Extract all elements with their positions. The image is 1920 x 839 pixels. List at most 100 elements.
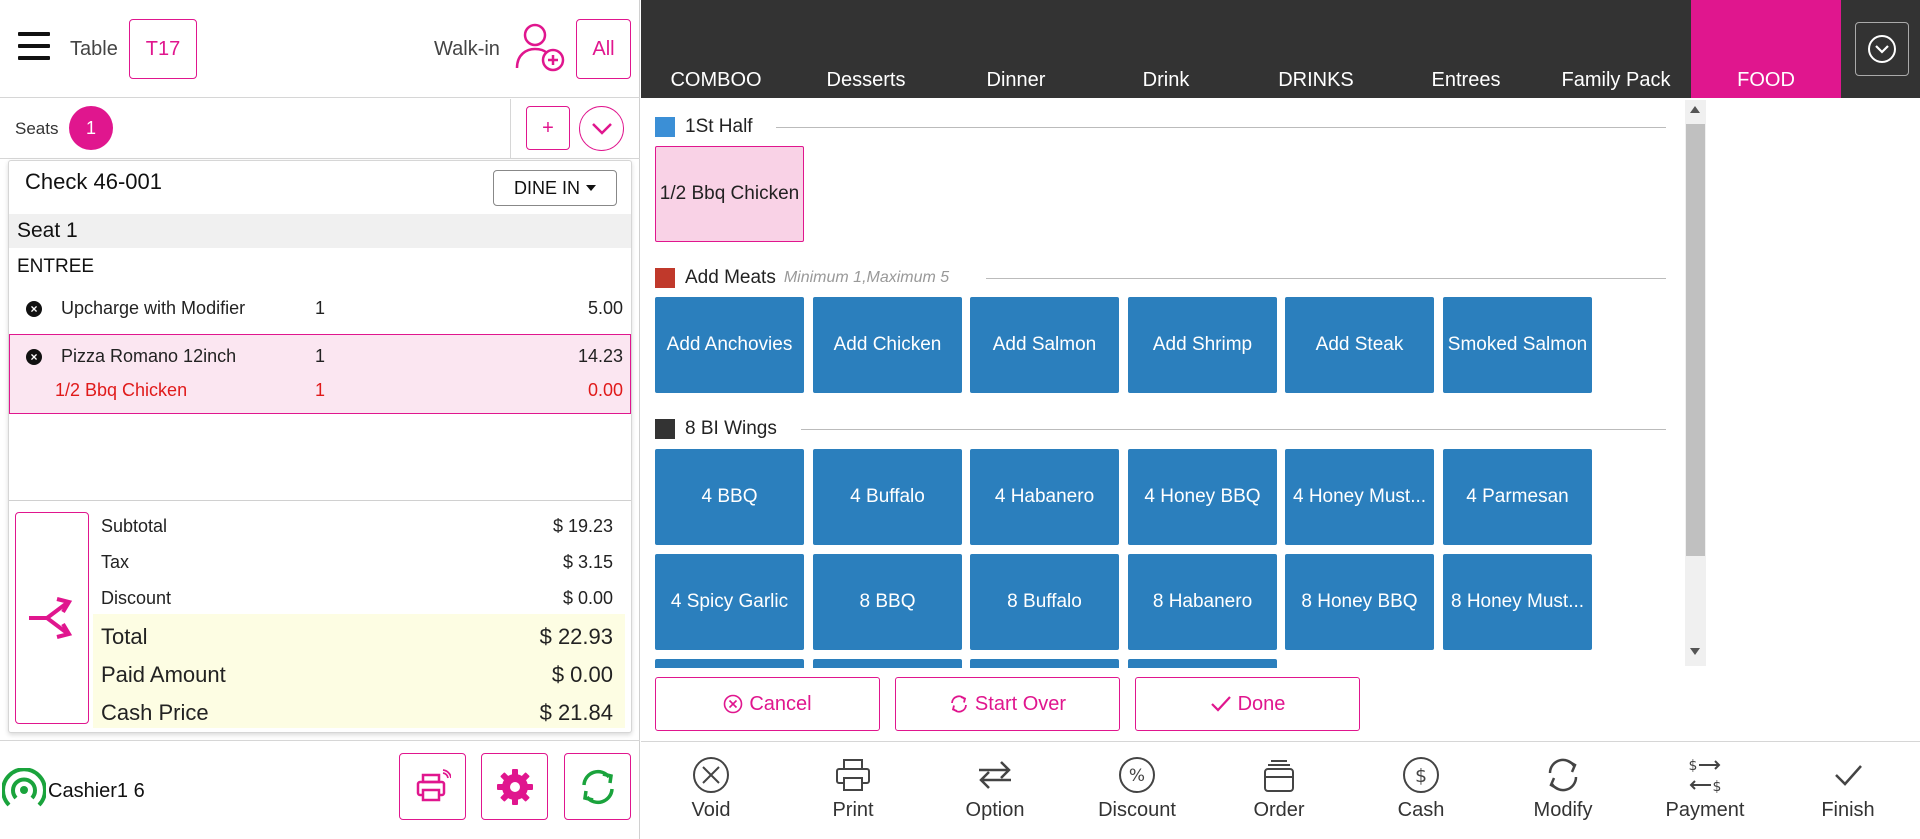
category-tab[interactable]: COMBOO (641, 0, 791, 98)
remove-item-icon[interactable]: × (26, 301, 42, 317)
all-button[interactable]: All (576, 19, 631, 79)
scroll-up-arrow-icon[interactable] (1690, 106, 1700, 113)
paid-value: $ 0.00 (551, 662, 613, 687)
caret-down-icon (586, 185, 596, 191)
chevron-down-icon (591, 122, 612, 135)
scroll-down-arrow-icon[interactable] (1690, 648, 1700, 655)
seat-count-badge[interactable]: 1 (69, 106, 113, 150)
gear-icon (496, 768, 533, 805)
category-tab[interactable]: Dinner (941, 0, 1091, 98)
modifier-tile[interactable]: 8 Buffalo (970, 554, 1119, 650)
modifier-tile-partial[interactable] (1128, 659, 1277, 668)
check-number: 46-001 (93, 169, 162, 194)
printer-wireless-icon (416, 768, 451, 801)
print-button[interactable]: Print (783, 755, 923, 835)
tax-label: Tax (101, 552, 130, 572)
more-categories-button[interactable] (1855, 22, 1909, 76)
cash-button[interactable]: $ Cash (1351, 755, 1491, 835)
item-amount: 5.00 (587, 298, 623, 318)
category-tab[interactable]: DRINKS (1241, 0, 1391, 98)
remove-item-icon[interactable]: × (26, 349, 42, 365)
modifier-tile[interactable]: Add Anchovies (655, 297, 804, 393)
split-check-button[interactable] (15, 512, 89, 724)
add-seat-button[interactable]: + (526, 106, 570, 150)
modifier-tile[interactable]: 8 Habanero (1128, 554, 1277, 650)
settings-button[interactable] (481, 753, 548, 820)
void-button[interactable]: Void (641, 755, 781, 835)
menu-icon[interactable] (18, 32, 50, 62)
paid-label: Paid Amount (101, 662, 226, 687)
discount-button[interactable]: % Discount (1067, 755, 1207, 835)
modifier-tile-partial[interactable] (970, 659, 1119, 668)
expand-seats-button[interactable] (579, 106, 624, 151)
swap-arrows-icon (979, 761, 1011, 789)
category-tab-active[interactable]: FOOD (1691, 0, 1841, 98)
modifier-tile[interactable]: 8 Honey Must... (1443, 554, 1592, 650)
print-label: Print (832, 799, 874, 821)
checkmark-icon (1835, 765, 1862, 786)
cash-price-label: Cash Price (101, 700, 209, 725)
modifier-grid: 1St Half 1/2 Bbq Chicken Add Meats Minim… (641, 98, 1711, 668)
divider (801, 429, 1666, 430)
modifier-tile[interactable]: Add Chicken (813, 297, 962, 393)
start-over-button[interactable]: Start Over (895, 677, 1120, 731)
category-tab[interactable]: Entrees (1391, 0, 1541, 98)
split-icon (29, 597, 73, 639)
modifier-tile[interactable]: 4 BBQ (655, 449, 804, 545)
payment-button[interactable]: $ $ Payment (1635, 755, 1775, 835)
seat-header[interactable]: Seat 1 (9, 214, 631, 248)
modifier-tile[interactable]: Add Salmon (970, 297, 1119, 393)
printer-button[interactable] (399, 753, 466, 820)
order-button[interactable]: Order (1209, 755, 1349, 835)
modifier-tile[interactable]: 4 Honey BBQ (1128, 449, 1277, 545)
done-button[interactable]: Done (1135, 677, 1360, 731)
order-modifier[interactable]: 1/2 Bbq Chicken 1 0.00 (9, 371, 631, 411)
dine-mode-dropdown[interactable]: DINE IN (493, 170, 617, 206)
void-label: Void (691, 799, 731, 821)
modifier-tile[interactable]: 8 BBQ (813, 554, 962, 650)
modifier-tile-partial[interactable] (655, 659, 804, 668)
cashier-name: Cashier1 6 (48, 780, 145, 802)
modifier-tile[interactable]: 8 Honey BBQ (1285, 554, 1434, 650)
discount-label: Discount (1098, 799, 1176, 821)
modifier-tile[interactable]: 4 Spicy Garlic (655, 554, 804, 650)
option-button[interactable]: Option (925, 755, 1065, 835)
order-header: Table T17 Walk-in All (0, 0, 640, 98)
subtotal-label: Subtotal (101, 516, 168, 536)
scrollbar-thumb[interactable] (1686, 124, 1705, 556)
dollar-icon: $ (1403, 757, 1439, 793)
total-value: $ 22.93 (539, 624, 613, 649)
table-button[interactable]: T17 (129, 19, 197, 79)
tax-row: Tax $ 3.15 (101, 544, 623, 580)
modifier-tile[interactable]: Smoked Salmon (1443, 297, 1592, 393)
modifier-tile[interactable]: Add Steak (1285, 297, 1434, 393)
category-tab[interactable]: Desserts (791, 0, 941, 98)
cash-price-value: $ 21.84 (539, 700, 613, 725)
order-item[interactable]: × Upcharge with Modifier 1 5.00 (9, 289, 631, 329)
modifier-tile-partial[interactable] (813, 659, 962, 668)
section-title: 1St Half (685, 116, 753, 137)
discount-row: Discount $ 0.00 (101, 580, 623, 616)
modifier-tile[interactable]: 4 Habanero (970, 449, 1119, 545)
modifier-tile[interactable]: 4 Honey Must... (1285, 449, 1434, 545)
paid-row: Paid Amount $ 0.00 (101, 654, 623, 690)
section-color-swatch (655, 268, 675, 288)
refresh-button[interactable] (564, 753, 631, 820)
payment-exchange-icon: $ $ (1689, 758, 1722, 795)
checkmark-icon (1210, 696, 1231, 712)
finish-label: Finish (1821, 799, 1875, 821)
cancel-button[interactable]: Cancel (655, 677, 880, 731)
modifier-tile[interactable]: 4 Buffalo (813, 449, 962, 545)
walkin-label: Walk-in (434, 38, 500, 60)
check-title-prefix: Check (25, 169, 88, 194)
category-tab[interactable]: Drink (1091, 0, 1241, 98)
seats-label: Seats (15, 119, 59, 138)
add-customer-icon[interactable] (515, 22, 567, 74)
check-card: Check 46-001 DINE IN Seat 1 ENTREE × Upc… (8, 160, 632, 733)
modifier-tile-selected[interactable]: 1/2 Bbq Chicken (655, 146, 804, 242)
finish-button[interactable]: Finish (1778, 755, 1918, 835)
modifier-tile[interactable]: Add Shrimp (1128, 297, 1277, 393)
modifier-tile[interactable]: 4 Parmesan (1443, 449, 1592, 545)
category-tab[interactable]: Family Pack (1541, 0, 1691, 98)
modify-button[interactable]: Modify (1493, 755, 1633, 835)
